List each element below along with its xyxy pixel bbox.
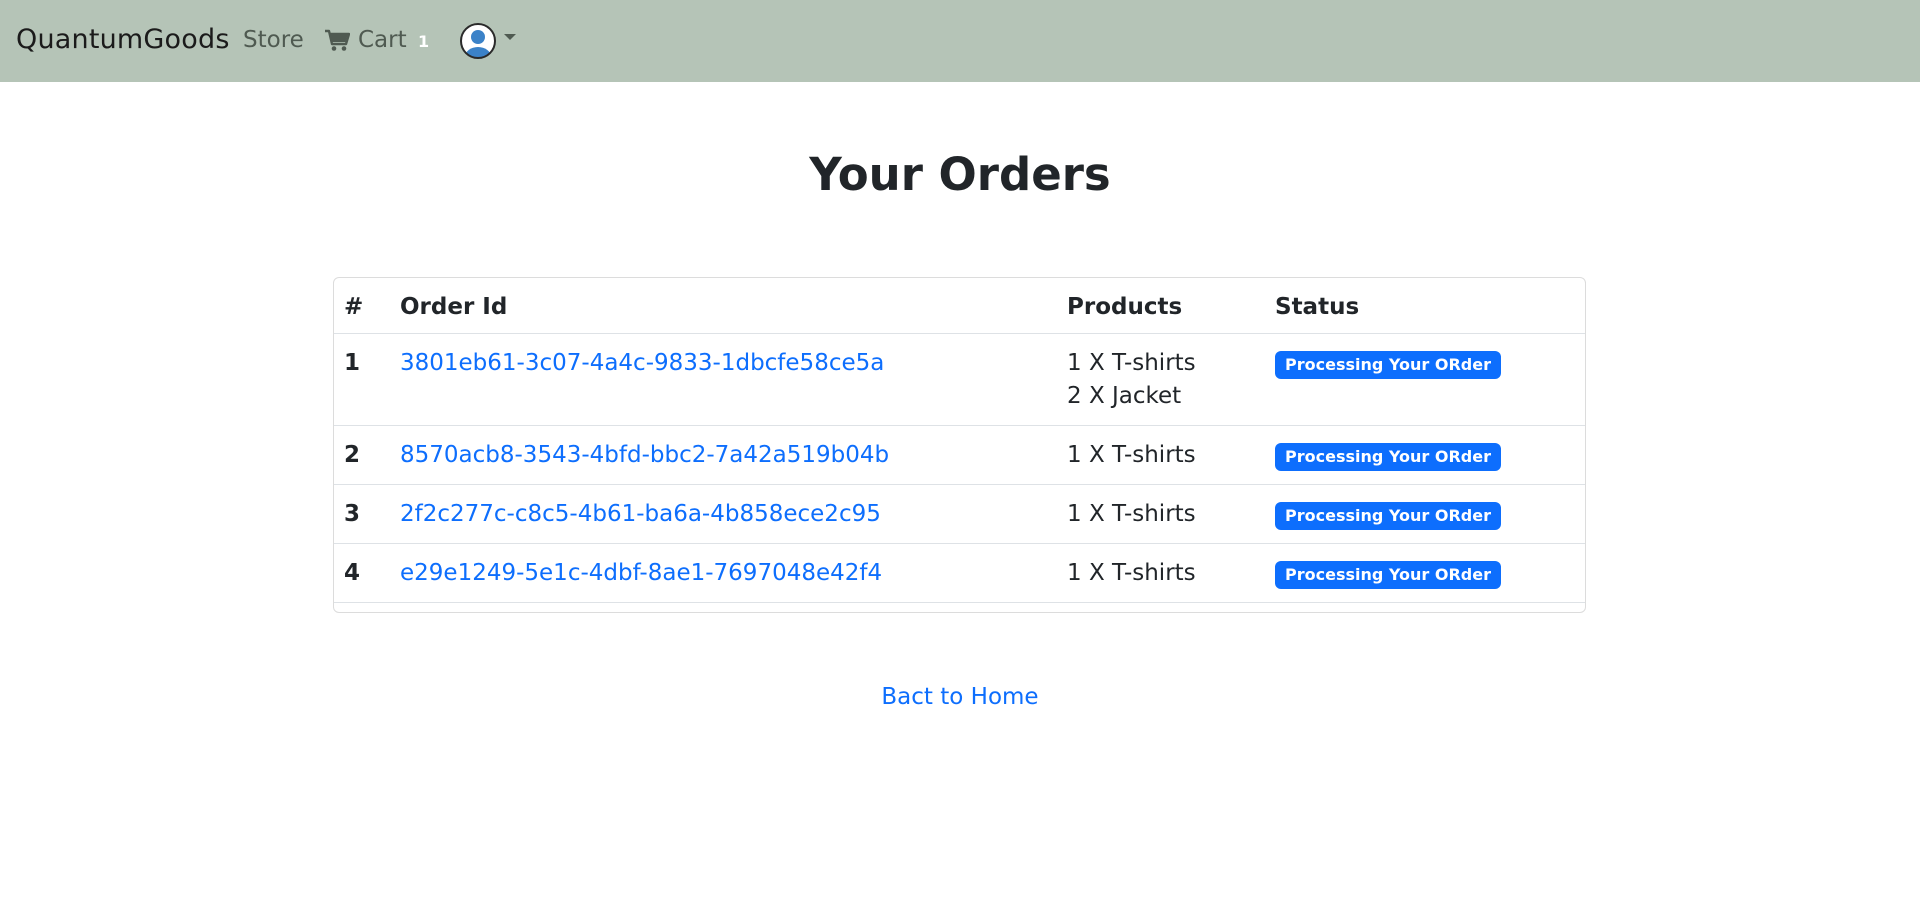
user-menu-toggle[interactable] <box>459 22 516 60</box>
cart-icon <box>325 29 350 51</box>
header-number: # <box>334 278 390 334</box>
table-header-row: # Order Id Products Status <box>334 278 1585 334</box>
order-id-link[interactable]: e29e1249-5e1c-4dbf-8ae1-7697048e42f4 <box>400 560 882 586</box>
row-number: 4 <box>334 543 390 603</box>
table-row: 1 3801eb61-3c07-4a4c-9833-1dbcfe58ce5a 1… <box>334 333 1585 426</box>
product-line: 1 X T-shirts <box>1067 442 1196 468</box>
nav-store-link[interactable]: Store <box>243 27 304 53</box>
status-badge: Processing Your ORder <box>1275 351 1501 379</box>
table-row: 2 8570acb8-3543-4bfd-bbc2-7a42a519b04b 1… <box>334 425 1585 485</box>
status-badge: Processing Your ORder <box>1275 443 1501 471</box>
table-row: 3 2f2c277c-c8c5-4b61-ba6a-4b858ece2c95 1… <box>334 484 1585 544</box>
header-products: Products <box>1057 278 1265 334</box>
product-line: 1 X T-shirts <box>1067 560 1196 586</box>
products-cell: 1 X T-shirts <box>1057 425 1265 485</box>
nav-cart-label: Cart <box>358 27 407 53</box>
order-id-link[interactable]: 3801eb61-3c07-4a4c-9833-1dbcfe58ce5a <box>400 350 884 376</box>
back-link-container: Bact to Home <box>0 684 1920 710</box>
row-number: 3 <box>334 484 390 544</box>
chevron-down-icon <box>504 34 516 40</box>
product-line: 1 X T-shirts <box>1067 501 1196 527</box>
row-number: 2 <box>334 425 390 485</box>
top-navbar: QuantumGoods Store Cart 1 <box>0 0 1920 82</box>
orders-table: # Order Id Products Status 1 3801eb61-3c… <box>334 278 1585 603</box>
table-row: 4 e29e1249-5e1c-4dbf-8ae1-7697048e42f4 1… <box>334 543 1585 603</box>
order-id-link[interactable]: 2f2c277c-c8c5-4b61-ba6a-4b858ece2c95 <box>400 501 881 527</box>
status-badge: Processing Your ORder <box>1275 502 1501 530</box>
back-to-home-link[interactable]: Bact to Home <box>881 684 1038 710</box>
cart-count-badge: 1 <box>418 32 430 51</box>
header-status: Status <box>1265 278 1585 334</box>
nav-cart-link[interactable]: Cart <box>324 27 407 53</box>
order-id-link[interactable]: 8570acb8-3543-4bfd-bbc2-7a42a519b04b <box>400 442 889 468</box>
page-title: Your Orders <box>809 148 1111 201</box>
brand-logo-link[interactable]: QuantumGoods <box>16 24 230 55</box>
header-order-id: Order Id <box>390 278 1057 334</box>
product-line: 2 X Jacket <box>1067 383 1182 409</box>
products-cell: 1 X T-shirts <box>1057 543 1265 603</box>
products-cell: 1 X T-shirts 2 X Jacket <box>1057 333 1265 426</box>
orders-table-card: # Order Id Products Status 1 3801eb61-3c… <box>333 277 1586 613</box>
status-badge: Processing Your ORder <box>1275 561 1501 589</box>
product-line: 1 X T-shirts <box>1067 350 1196 376</box>
user-avatar-icon <box>460 23 496 59</box>
row-number: 1 <box>334 333 390 426</box>
products-cell: 1 X T-shirts <box>1057 484 1265 544</box>
